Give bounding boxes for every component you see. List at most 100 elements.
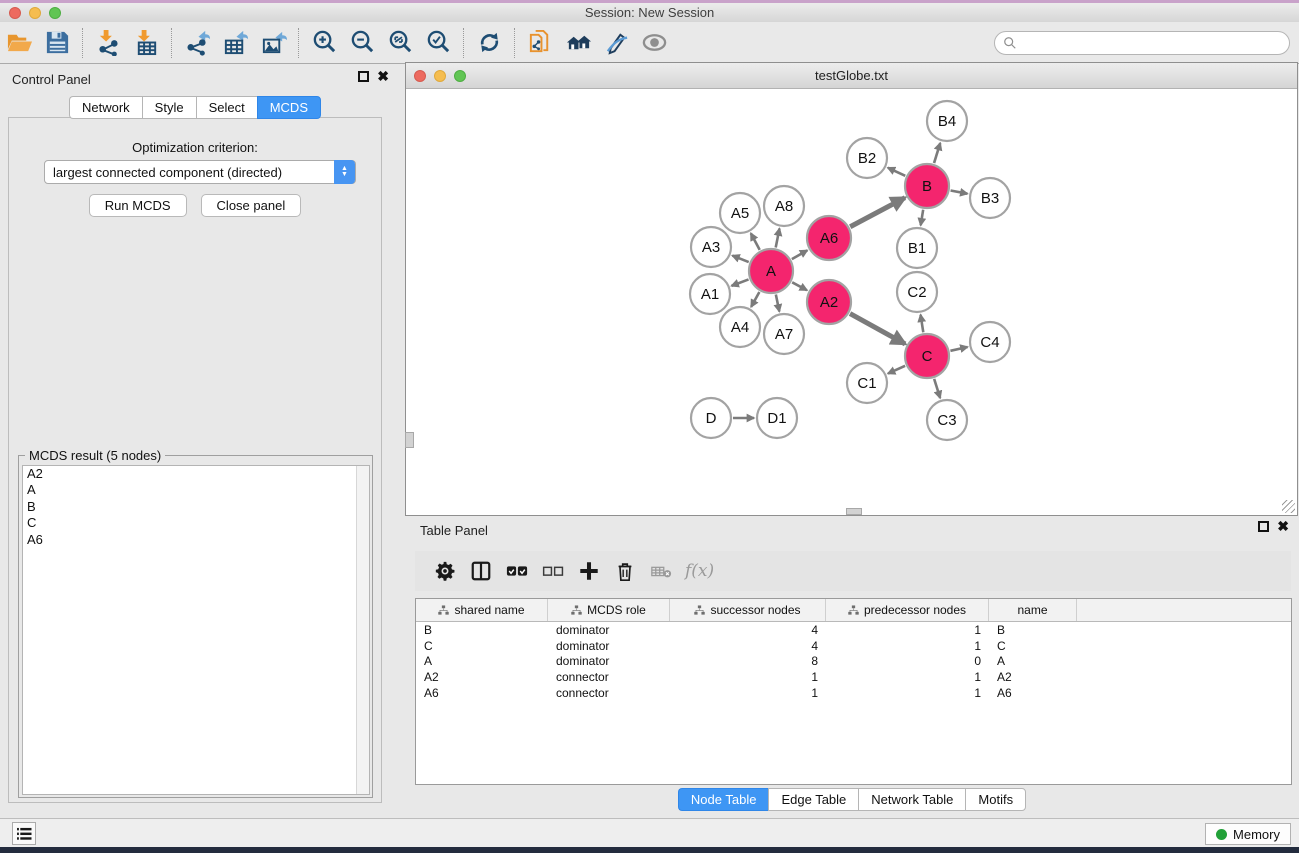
search-input[interactable] [1021, 36, 1289, 50]
result-item[interactable]: A6 [23, 532, 369, 548]
node-C3[interactable]: C3 [927, 400, 967, 440]
cell-successor-nodes[interactable]: 1 [670, 686, 826, 700]
cell-MCDS-role[interactable]: dominator [548, 654, 670, 668]
cell-shared-name[interactable]: A [416, 654, 548, 668]
node-B3[interactable]: B3 [970, 178, 1010, 218]
cell-shared-name[interactable]: B [416, 623, 548, 637]
tab-motifs[interactable]: Motifs [965, 788, 1026, 811]
open-session-icon[interactable] [2, 26, 36, 60]
result-item[interactable]: A2 [23, 466, 369, 482]
edge-A-A2[interactable] [792, 282, 807, 290]
node-A3[interactable]: A3 [691, 227, 731, 267]
node-C2[interactable]: C2 [897, 272, 937, 312]
result-item[interactable]: A [23, 482, 369, 498]
node-C[interactable]: C [905, 334, 949, 378]
cell-predecessor-nodes[interactable]: 1 [826, 639, 989, 653]
resize-grip[interactable] [1282, 500, 1295, 513]
edge-B-B2[interactable] [888, 168, 905, 176]
cell-name[interactable]: A6 [989, 686, 1077, 700]
deselect-all-columns-icon[interactable] [535, 556, 571, 586]
tab-select[interactable]: Select [196, 96, 257, 119]
column-header-predecessor-nodes[interactable]: predecessor nodes [826, 599, 989, 621]
node-B1[interactable]: B1 [897, 228, 937, 268]
delete-column-icon[interactable] [607, 556, 643, 586]
result-item[interactable]: C [23, 515, 369, 531]
close-panel-icon[interactable]: ✖ [377, 71, 389, 82]
edge-C-C1[interactable] [888, 366, 905, 374]
cell-name[interactable]: C [989, 639, 1077, 653]
close-table-panel-icon[interactable]: ✖ [1277, 521, 1289, 532]
edge-A-A1[interactable] [732, 279, 749, 285]
edge-A-A6[interactable] [792, 250, 807, 259]
node-A[interactable]: A [749, 249, 793, 293]
save-session-icon[interactable] [40, 26, 74, 60]
tab-mcds[interactable]: MCDS [257, 96, 321, 119]
node-B4[interactable]: B4 [927, 101, 967, 141]
edge-A2-C[interactable] [850, 314, 905, 344]
edge-A-A7[interactable] [776, 295, 780, 312]
run-mcds-button[interactable]: Run MCDS [89, 194, 187, 217]
float-table-panel-icon[interactable] [1258, 521, 1269, 532]
cell-MCDS-role[interactable]: connector [548, 686, 670, 700]
column-header-successor-nodes[interactable]: successor nodes [670, 599, 826, 621]
cell-name[interactable]: A [989, 654, 1077, 668]
edge-A-A5[interactable] [751, 233, 760, 250]
edge-A-A3[interactable] [732, 256, 748, 263]
table-row[interactable]: Bdominator41B [416, 622, 1291, 638]
result-item[interactable]: B [23, 499, 369, 515]
node-table[interactable]: shared nameMCDS rolesuccessor nodesprede… [415, 598, 1292, 785]
cell-successor-nodes[interactable]: 8 [670, 654, 826, 668]
cybrowser-home-icon[interactable] [561, 26, 595, 60]
node-D[interactable]: D [691, 398, 731, 438]
cell-shared-name[interactable]: C [416, 639, 548, 653]
close-panel-button[interactable]: Close panel [201, 194, 302, 217]
tab-network[interactable]: Network [69, 96, 142, 119]
cell-MCDS-role[interactable]: dominator [548, 623, 670, 637]
node-B[interactable]: B [905, 164, 949, 208]
table-row[interactable]: A6connector11A6 [416, 685, 1291, 701]
cell-name[interactable]: A2 [989, 670, 1077, 684]
cell-successor-nodes[interactable]: 1 [670, 670, 826, 684]
horizontal-scroll-nub[interactable] [846, 508, 862, 515]
add-column-icon[interactable] [571, 556, 607, 586]
cell-shared-name[interactable]: A2 [416, 670, 548, 684]
search-field[interactable] [994, 31, 1290, 55]
edge-B-B3[interactable] [951, 190, 968, 193]
import-table-icon[interactable] [129, 26, 163, 60]
export-image-icon[interactable] [256, 26, 290, 60]
node-C1[interactable]: C1 [847, 363, 887, 403]
network-graph[interactable]: B4B2BB3A8A5A6A3B1AC2A1A2A4A7C4CC1C3DD1 [406, 89, 1297, 515]
edge-B-B1[interactable] [921, 210, 924, 226]
result-list-scrollbar[interactable] [356, 466, 369, 794]
clone-network-icon[interactable] [523, 26, 557, 60]
mcds-result-list[interactable]: A2ABCA6 [22, 465, 370, 795]
cell-predecessor-nodes[interactable]: 1 [826, 623, 989, 637]
node-B2[interactable]: B2 [847, 138, 887, 178]
table-row[interactable]: Adominator80A [416, 653, 1291, 669]
cell-predecessor-nodes[interactable]: 1 [826, 686, 989, 700]
cell-name[interactable]: B [989, 623, 1077, 637]
zoom-in-icon[interactable] [307, 26, 341, 60]
vertical-scroll-nub[interactable] [405, 432, 414, 448]
column-header-MCDS-role[interactable]: MCDS role [548, 599, 670, 621]
edge-A-A4[interactable] [751, 292, 759, 307]
export-table-icon[interactable] [218, 26, 252, 60]
edge-B-B4[interactable] [934, 143, 940, 163]
select-all-columns-icon[interactable] [499, 556, 535, 586]
refresh-view-icon[interactable] [472, 26, 506, 60]
column-header-shared-name[interactable]: shared name [416, 599, 548, 621]
cell-shared-name[interactable]: A6 [416, 686, 548, 700]
table-row[interactable]: Cdominator41C [416, 638, 1291, 654]
node-A8[interactable]: A8 [764, 186, 804, 226]
import-network-icon[interactable] [91, 26, 125, 60]
memory-button[interactable]: Memory [1205, 823, 1291, 845]
edge-C-C2[interactable] [921, 315, 924, 333]
edge-A6-B[interactable] [850, 198, 905, 227]
edge-C-C3[interactable] [934, 379, 940, 398]
node-A4[interactable]: A4 [720, 307, 760, 347]
zoom-selected-icon[interactable] [421, 26, 455, 60]
network-canvas[interactable]: B4B2BB3A8A5A6A3B1AC2A1A2A4A7C4CC1C3DD1 [406, 89, 1297, 515]
function-builder-icon[interactable]: f(x) [685, 561, 714, 581]
tab-node-table[interactable]: Node Table [678, 788, 769, 811]
show-graphics-details-icon[interactable] [637, 26, 671, 60]
